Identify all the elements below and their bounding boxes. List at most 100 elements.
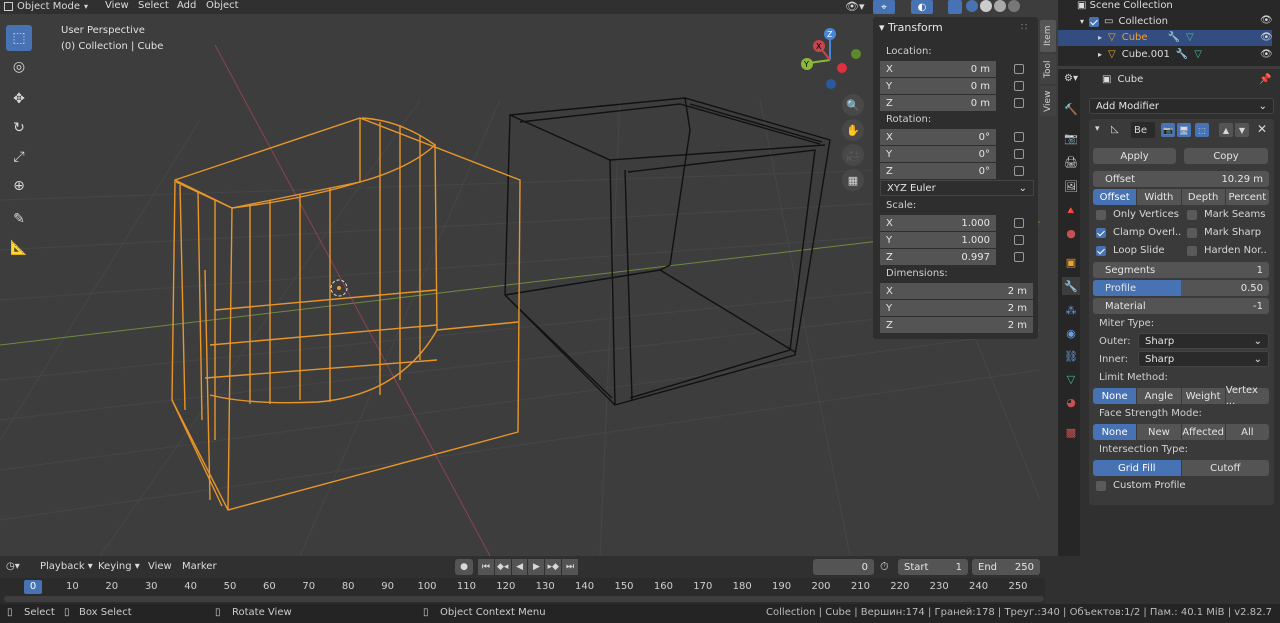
rotation-mode-dropdown[interactable]: XYZ Euler ⌄ bbox=[880, 180, 1034, 196]
lock-icon[interactable] bbox=[1014, 252, 1024, 262]
collection-checkbox[interactable] bbox=[1089, 16, 1100, 27]
offset-field[interactable]: Offset 10.29 m bbox=[1093, 171, 1269, 187]
lock-icon[interactable] bbox=[1014, 218, 1024, 228]
dimension-y-field[interactable]: Y 2 m bbox=[880, 300, 1033, 316]
visibility-eye-icon[interactable]: 👁 bbox=[1260, 15, 1273, 26]
rotation-y-field[interactable]: Y 0° bbox=[880, 146, 996, 162]
clamp-overlap-checkbox[interactable]: Clamp Overl.. bbox=[1096, 227, 1181, 238]
jump-end-icon[interactable]: ⏭ bbox=[562, 559, 578, 575]
custom-profile-checkbox[interactable]: Custom Profile bbox=[1096, 480, 1186, 491]
limit-vertex[interactable]: Vertex ... bbox=[1225, 385, 1269, 407]
outer-miter-dropdown[interactable]: Sharp ⌄ bbox=[1138, 333, 1269, 349]
end-frame-field[interactable]: End 250 bbox=[972, 559, 1040, 575]
texture-props-icon[interactable]: ▩ bbox=[1062, 423, 1080, 441]
object-data-props-icon[interactable]: ▽ bbox=[1062, 370, 1080, 388]
transform-tool-icon[interactable]: ⊕ bbox=[6, 173, 32, 199]
only-vertices-checkbox[interactable]: Only Vertices bbox=[1096, 209, 1179, 220]
current-frame-field[interactable]: 0 bbox=[813, 559, 874, 575]
collection-row[interactable]: ▾ ▭ Collection bbox=[1080, 16, 1168, 27]
outliner-item-cube-001[interactable]: ▸ ▽ Cube.001 🔧 ▽ bbox=[1098, 49, 1202, 60]
annotate-tool-icon[interactable]: ✎ bbox=[6, 206, 32, 232]
object-props-icon[interactable]: ▣ bbox=[1062, 253, 1080, 271]
tab-tool[interactable]: Tool bbox=[1040, 54, 1056, 84]
scene-collection-row[interactable]: ▣ Scene Collection bbox=[1077, 0, 1173, 11]
scale-x-field[interactable]: X 1.000 bbox=[880, 215, 996, 231]
width-type-depth[interactable]: Depth bbox=[1181, 189, 1226, 205]
pin-icon[interactable]: 📌 bbox=[1259, 74, 1271, 85]
rotation-x-field[interactable]: X 0° bbox=[880, 129, 996, 145]
move-up-icon[interactable]: ▲ bbox=[1219, 123, 1233, 137]
width-type-percent[interactable]: Percent bbox=[1225, 189, 1269, 205]
material-field[interactable]: Material -1 bbox=[1093, 298, 1269, 314]
record-icon[interactable]: ● bbox=[455, 559, 473, 575]
lock-icon[interactable] bbox=[1014, 81, 1024, 91]
intersection-cutoff[interactable]: Cutoff bbox=[1181, 460, 1269, 476]
pan-hand-icon[interactable]: ✋ bbox=[842, 119, 864, 141]
lock-icon[interactable] bbox=[1014, 132, 1024, 142]
menu-select[interactable]: Select bbox=[138, 0, 169, 11]
tab-item[interactable]: Item bbox=[1040, 20, 1056, 52]
camera-icon[interactable]: 🎥 bbox=[842, 144, 864, 166]
expand-arrow-icon[interactable]: ▸ bbox=[1098, 33, 1102, 42]
material-props-icon[interactable]: ◕ bbox=[1062, 393, 1080, 411]
mode-selector[interactable]: Object Mode ▾ bbox=[4, 0, 88, 13]
apply-button[interactable]: Apply bbox=[1093, 148, 1176, 164]
world-props-icon[interactable]: ● bbox=[1062, 224, 1080, 242]
visibility-eye-icon[interactable]: 👁 bbox=[1260, 49, 1273, 60]
panel-grip-icon[interactable]: ∷ bbox=[1021, 22, 1027, 33]
menu-object[interactable]: Object bbox=[206, 0, 239, 11]
camera-toggle-icon[interactable]: 📷 bbox=[1161, 123, 1175, 137]
face-affected[interactable]: Affected bbox=[1181, 424, 1226, 440]
visibility-eye-icon[interactable]: 👁 bbox=[1260, 32, 1273, 43]
add-modifier-dropdown[interactable]: Add Modifier ⌄ bbox=[1089, 98, 1274, 114]
view-object-types-icon[interactable]: 👁▾ bbox=[845, 0, 867, 14]
menu-playback[interactable]: Playback ▾ bbox=[40, 561, 93, 572]
limit-angle[interactable]: Angle bbox=[1137, 388, 1182, 404]
lock-icon[interactable] bbox=[1014, 166, 1024, 176]
jump-start-icon[interactable]: ⏮ bbox=[478, 559, 494, 575]
location-z-field[interactable]: Z 0 m bbox=[880, 95, 996, 111]
physics-props-icon[interactable]: ◉ bbox=[1062, 324, 1080, 342]
prev-keyframe-icon[interactable]: ◆◂ bbox=[494, 559, 511, 575]
zoom-icon[interactable]: 🔍 bbox=[842, 94, 864, 116]
limit-none[interactable]: None bbox=[1093, 388, 1138, 404]
harden-normals-checkbox[interactable]: Harden Nor.. bbox=[1187, 245, 1267, 256]
rotate-tool-icon[interactable]: ↻ bbox=[6, 115, 32, 141]
output-props-icon[interactable]: 🖨 bbox=[1062, 153, 1080, 171]
limit-weight[interactable]: Weight bbox=[1181, 388, 1226, 404]
navigation-gizmo[interactable]: Z Y X bbox=[795, 25, 865, 95]
face-all[interactable]: All bbox=[1225, 424, 1269, 440]
modifier-props-icon[interactable]: 🔧 bbox=[1062, 277, 1080, 295]
width-type-width[interactable]: Width bbox=[1137, 189, 1182, 205]
edit-mode-toggle-icon[interactable]: ⬚ bbox=[1195, 123, 1209, 137]
scale-y-field[interactable]: Y 1.000 bbox=[880, 232, 996, 248]
gizmo-toggle-icon[interactable]: ⌖ bbox=[873, 0, 895, 14]
width-type-offset[interactable]: Offset bbox=[1093, 189, 1138, 205]
next-keyframe-icon[interactable]: ▸◆ bbox=[545, 559, 562, 575]
select-box-tool-icon[interactable]: ⬚ bbox=[6, 25, 32, 51]
move-tool-icon[interactable]: ✥ bbox=[6, 86, 32, 112]
mark-sharp-checkbox[interactable]: Mark Sharp bbox=[1187, 227, 1261, 238]
location-y-field[interactable]: Y 0 m bbox=[880, 78, 996, 94]
inner-miter-dropdown[interactable]: Sharp ⌄ bbox=[1138, 351, 1269, 367]
rotation-z-field[interactable]: Z 0° bbox=[880, 163, 996, 179]
perspective-grid-icon[interactable]: ▦ bbox=[842, 169, 864, 191]
menu-keying[interactable]: Keying ▾ bbox=[98, 561, 140, 572]
solid-shading-icon[interactable] bbox=[980, 0, 992, 12]
display-viewport-icon[interactable]: 🖥 bbox=[1177, 123, 1191, 137]
face-new[interactable]: New bbox=[1137, 424, 1182, 440]
cursor-tool-icon[interactable]: ◎ bbox=[6, 54, 32, 80]
xray-toggle-icon[interactable] bbox=[948, 0, 962, 14]
lock-icon[interactable] bbox=[1014, 64, 1024, 74]
scale-tool-icon[interactable]: ⤢ bbox=[6, 144, 32, 170]
play-reverse-icon[interactable]: ◀ bbox=[511, 559, 528, 575]
editor-type-icon[interactable]: ⚙▾ bbox=[1064, 73, 1078, 84]
collapse-arrow-icon[interactable]: ▾ bbox=[1095, 124, 1100, 134]
lock-icon[interactable] bbox=[1014, 98, 1024, 108]
segments-field[interactable]: Segments 1 bbox=[1093, 262, 1269, 278]
tab-view[interactable]: View bbox=[1040, 86, 1056, 116]
play-icon[interactable]: ▶ bbox=[528, 559, 545, 575]
measure-tool-icon[interactable]: 📐 bbox=[6, 235, 32, 261]
menu-timeline-view[interactable]: View bbox=[148, 561, 172, 572]
wireframe-shading-icon[interactable] bbox=[966, 0, 978, 12]
